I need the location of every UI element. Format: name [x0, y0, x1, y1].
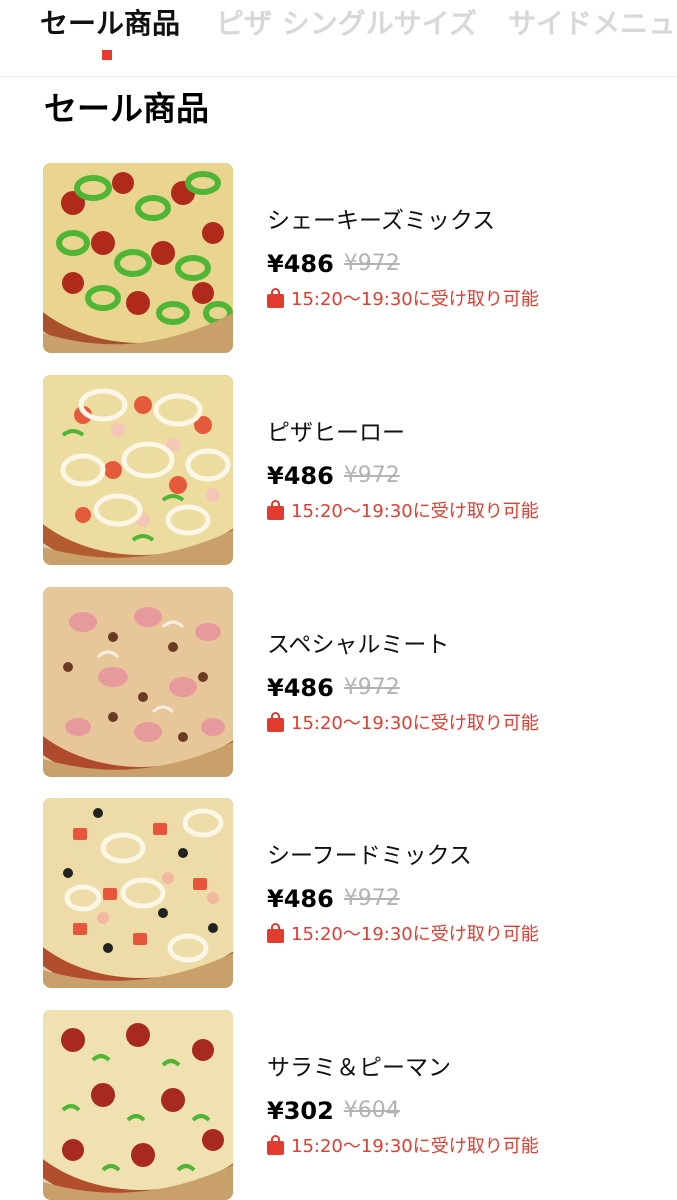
pickup-text: 15:20〜19:30に受け取り可能: [291, 501, 539, 522]
shopping-bag-icon: [266, 923, 285, 943]
pickup-time: 15:20〜19:30に受け取り可能: [266, 497, 539, 527]
pickup-time: 15:20〜19:30に受け取り可能: [266, 709, 539, 739]
product-name: ピザヒーロー: [267, 420, 405, 446]
original-price: ¥972: [343, 463, 400, 488]
pickup-text: 15:20〜19:30に受け取り可能: [291, 713, 539, 734]
original-price: ¥972: [343, 886, 400, 911]
shopping-bag-icon: [266, 712, 285, 732]
pickup-time: 15:20〜19:30に受け取り可能: [266, 1132, 539, 1162]
price-row: ¥486 ¥972: [267, 671, 400, 705]
sale-price: ¥486: [267, 885, 334, 913]
pickup-text: 15:20〜19:30に受け取り可能: [291, 1136, 539, 1157]
active-tab-indicator: [102, 50, 112, 60]
sale-price: ¥486: [267, 674, 334, 702]
pizza-image: [43, 798, 233, 988]
original-price: ¥972: [343, 251, 400, 276]
section-title: セール商品: [44, 89, 209, 128]
product-name: サラミ＆ピーマン: [267, 1055, 451, 1081]
pickup-text: 15:20〜19:30に受け取り可能: [291, 289, 539, 310]
pizza-image: [43, 1010, 233, 1200]
price-row: ¥486 ¥972: [267, 459, 400, 493]
product-item[interactable]: ピザヒーロー ¥486 ¥972 15:20〜19:30に受け取り可能: [0, 375, 677, 565]
product-item[interactable]: シェーキーズミックス ¥486 ¥972 15:20〜19:30に受け取り可能: [0, 163, 677, 353]
product-item[interactable]: シーフードミックス ¥486 ¥972 15:20〜19:30に受け取り可能: [0, 798, 677, 988]
price-row: ¥302 ¥604: [267, 1094, 400, 1128]
tab-side-menu[interactable]: サイドメニュー: [508, 4, 677, 44]
pizza-image: [43, 163, 233, 353]
pizza-image: [43, 375, 233, 565]
price-row: ¥486 ¥972: [267, 247, 400, 281]
product-name: シーフードミックス: [267, 843, 472, 869]
price-row: ¥486 ¥972: [267, 882, 400, 916]
pickup-text: 15:20〜19:30に受け取り可能: [291, 924, 539, 945]
sale-price: ¥486: [267, 250, 334, 278]
pizza-image: [43, 587, 233, 777]
pickup-time: 15:20〜19:30に受け取り可能: [266, 920, 539, 950]
shopping-bag-icon: [266, 288, 285, 308]
shopping-bag-icon: [266, 500, 285, 520]
product-name: スペシャルミート: [267, 632, 450, 658]
product-name: シェーキーズミックス: [267, 208, 496, 234]
tab-sale-items[interactable]: セール商品: [40, 4, 180, 44]
shopping-bag-icon: [266, 1135, 285, 1155]
sale-price: ¥302: [267, 1097, 334, 1125]
product-item[interactable]: スペシャルミート ¥486 ¥972 15:20〜19:30に受け取り可能: [0, 587, 677, 777]
category-tab-bar: セール商品 ピザ シングルサイズ サイドメニュー: [0, 0, 677, 77]
product-item[interactable]: サラミ＆ピーマン ¥302 ¥604 15:20〜19:30に受け取り可能: [0, 1010, 677, 1200]
sale-price: ¥486: [267, 462, 334, 490]
pickup-time: 15:20〜19:30に受け取り可能: [266, 285, 539, 315]
tab-pizza-single-size[interactable]: ピザ シングルサイズ: [216, 4, 477, 44]
original-price: ¥604: [343, 1098, 400, 1123]
original-price: ¥972: [343, 675, 400, 700]
